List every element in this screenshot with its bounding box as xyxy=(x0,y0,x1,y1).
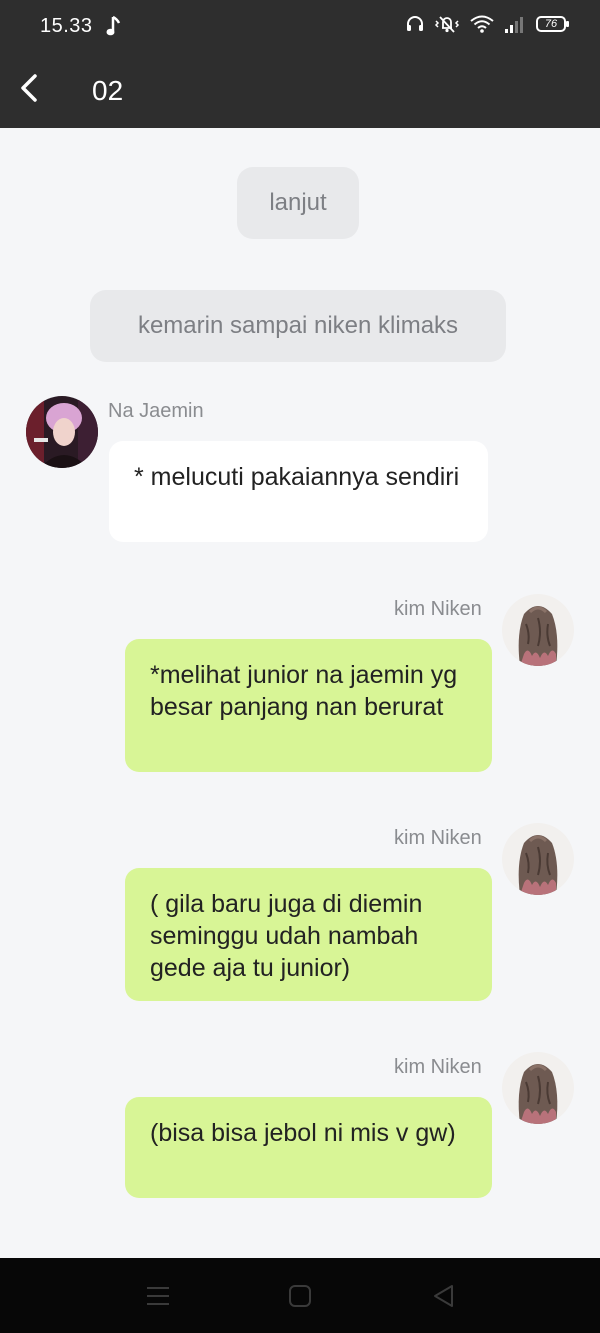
sender-name: kim Niken xyxy=(394,827,482,849)
message-bubble[interactable]: (bisa bisa jebol ni mis v gw) xyxy=(125,1097,492,1198)
wifi-icon xyxy=(470,14,494,34)
back-button[interactable] xyxy=(14,72,44,108)
status-time: 15.33 xyxy=(40,15,93,37)
music-note-icon xyxy=(106,14,122,38)
sender-name: Na Jaemin xyxy=(108,400,204,422)
menu-icon[interactable] xyxy=(145,1283,171,1309)
message-bubble[interactable]: *melihat junior na jaemin yg besar panja… xyxy=(125,639,492,772)
status-icons: 76 xyxy=(406,14,569,34)
back-triangle-icon[interactable] xyxy=(431,1283,457,1309)
message-bubble[interactable]: ( gila baru juga di diemin seminggu udah… xyxy=(125,868,492,1001)
avatar[interactable] xyxy=(502,1052,574,1124)
signal-icon xyxy=(504,14,526,34)
chat-area[interactable]: lanjut kemarin sampai niken klimaks Na J… xyxy=(0,128,600,1258)
navigation-bar xyxy=(0,1258,600,1333)
sender-name: kim Niken xyxy=(394,1056,482,1078)
sender-name: kim Niken xyxy=(394,598,482,620)
avatar[interactable] xyxy=(502,823,574,895)
message-bubble[interactable]: * melucuti pakaiannya sendiri xyxy=(109,441,488,542)
battery-icon: 76 xyxy=(536,16,569,32)
top-bar: 15.33 76 02 xyxy=(0,0,600,128)
avatar[interactable] xyxy=(502,594,574,666)
system-message: lanjut xyxy=(237,167,359,239)
avatar[interactable] xyxy=(26,396,98,468)
home-square-icon[interactable] xyxy=(287,1283,313,1309)
headphones-icon xyxy=(406,15,424,33)
chevron-left-icon xyxy=(19,73,39,108)
mute-vibrate-icon xyxy=(434,14,460,34)
system-message: kemarin sampai niken klimaks xyxy=(90,290,506,362)
chat-title: 02 xyxy=(92,75,124,106)
